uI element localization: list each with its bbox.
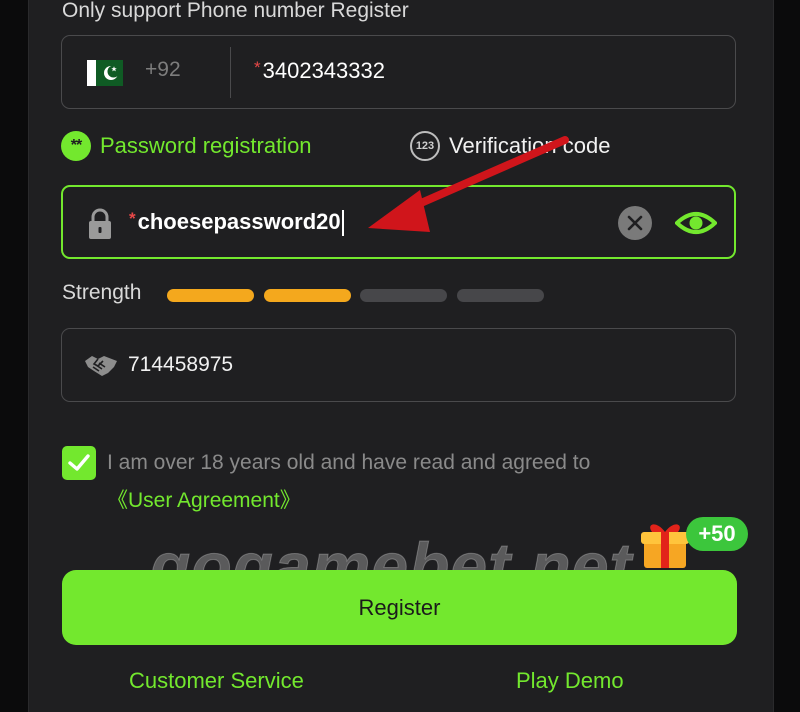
lock-icon (89, 208, 111, 239)
tab-label: Password registration (100, 133, 312, 158)
tab-password-registration[interactable]: ** Password registration (61, 131, 312, 161)
invite-code-field[interactable]: 714458975 (61, 328, 736, 402)
phone-field[interactable]: +92 *3402343332 (61, 35, 736, 109)
required-mark: * (129, 209, 136, 228)
password-input[interactable]: *choesepassword20 (129, 209, 344, 237)
bonus-badge: +50 (686, 517, 748, 551)
check-icon (68, 454, 90, 471)
phone-divider (230, 47, 231, 98)
text-caret (341, 210, 344, 237)
phone-value: 3402343332 (262, 58, 385, 83)
strength-bar (360, 289, 447, 302)
strength-bar (167, 289, 254, 302)
handshake-icon (85, 356, 117, 376)
agreement-text: I am over 18 years old and have read and… (107, 451, 591, 474)
agreement-checkbox[interactable] (62, 446, 96, 480)
country-code-select[interactable]: +92 (145, 58, 181, 82)
password-value: choesepassword20 (137, 209, 341, 234)
register-button[interactable]: Register (62, 570, 737, 645)
phone-input[interactable]: *3402343332 (254, 58, 385, 84)
user-agreement-link[interactable]: 《User Agreement》 (107, 484, 301, 514)
customer-service-link[interactable]: Customer Service (129, 668, 304, 694)
play-demo-link[interactable]: Play Demo (516, 668, 624, 694)
invite-code-input[interactable]: 714458975 (128, 353, 233, 377)
annotation-arrow-icon (368, 136, 569, 232)
strength-label: Strength (62, 281, 142, 304)
form-heading: Only support Phone number Register (62, 0, 409, 22)
password-tab-icon: ** (61, 131, 91, 161)
strength-bar (457, 289, 544, 302)
required-mark: * (254, 58, 261, 77)
gift-icon (641, 524, 689, 568)
pakistan-flag-icon (87, 60, 123, 86)
clear-icon[interactable] (618, 206, 652, 240)
strength-bar (264, 289, 351, 302)
eye-icon[interactable] (675, 207, 717, 239)
